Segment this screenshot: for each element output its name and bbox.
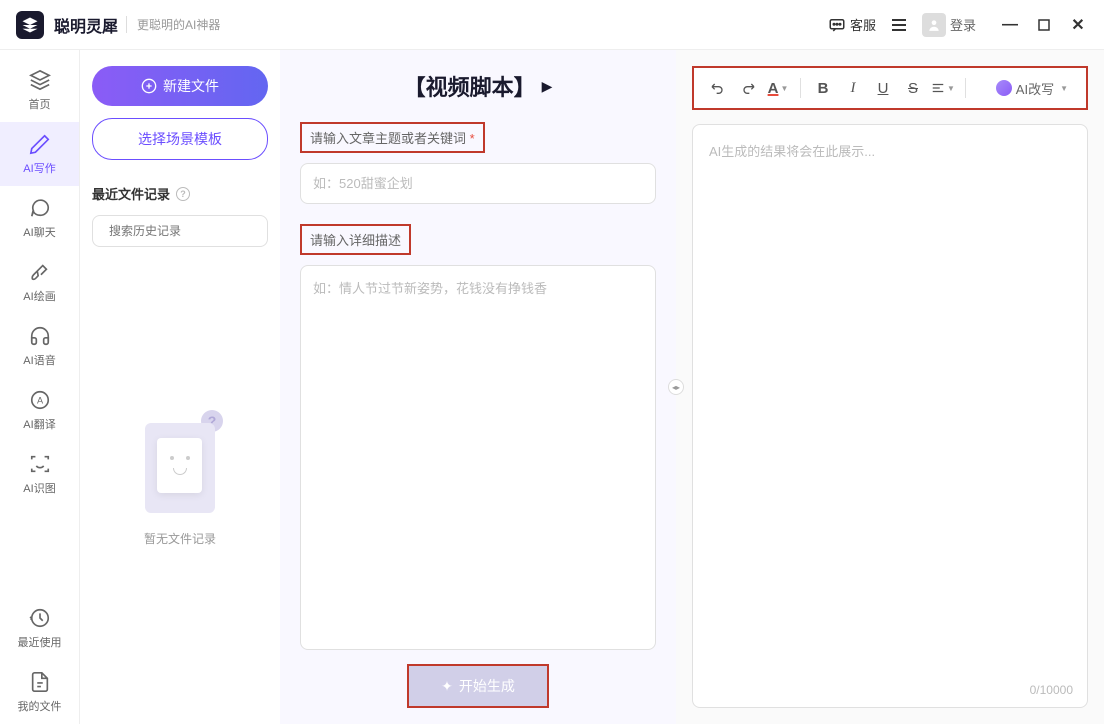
italic-button[interactable]: I bbox=[839, 74, 867, 102]
underline-button[interactable]: U bbox=[869, 74, 897, 102]
app-tagline: 更聪明的AI神器 bbox=[126, 16, 220, 33]
sparkle-icon: ✦ bbox=[441, 678, 453, 695]
chat-icon bbox=[828, 16, 846, 34]
nav-chat[interactable]: AI聊天 bbox=[0, 186, 79, 250]
font-color-button[interactable]: A▼ bbox=[764, 74, 792, 102]
pen-icon bbox=[28, 132, 52, 156]
generate-button[interactable]: ✦ 开始生成 bbox=[407, 664, 549, 708]
generate-label: 开始生成 bbox=[459, 676, 515, 696]
plus-circle-icon bbox=[141, 78, 157, 94]
customer-service-label: 客服 bbox=[850, 15, 876, 34]
nav-painting[interactable]: AI绘画 bbox=[0, 250, 79, 314]
app-logo-icon bbox=[16, 11, 44, 39]
nav-home[interactable]: 首页 bbox=[0, 58, 79, 122]
close-button[interactable]: ✕ bbox=[1068, 15, 1088, 35]
chat-bubble-icon bbox=[28, 196, 52, 220]
new-file-button[interactable]: 新建文件 bbox=[92, 66, 268, 106]
strikethrough-button[interactable]: S bbox=[899, 74, 927, 102]
search-history-input[interactable] bbox=[109, 224, 264, 238]
nav-label: AI翻译 bbox=[23, 416, 55, 432]
nav-translate[interactable]: A AI翻译 bbox=[0, 378, 79, 442]
topic-label: 请输入文章主题或者关键词 * bbox=[300, 122, 485, 153]
drag-handle[interactable]: ◂▸ bbox=[668, 379, 684, 395]
ai-rewrite-icon bbox=[996, 80, 1012, 96]
menu-button[interactable] bbox=[888, 15, 910, 35]
empty-clipboard-icon: ? bbox=[135, 408, 225, 518]
nav-label: 我的文件 bbox=[18, 698, 62, 714]
empty-state: ? 暂无文件记录 bbox=[92, 247, 268, 708]
nav-label: 首页 bbox=[29, 96, 51, 112]
output-placeholder: AI生成的结果将会在此展示... bbox=[709, 141, 1071, 160]
nav-label: AI识图 bbox=[23, 480, 55, 496]
topic-input[interactable] bbox=[300, 163, 656, 204]
titlebar: 聪明灵犀 更聪明的AI神器 客服 登录 — ✕ bbox=[0, 0, 1104, 50]
translate-icon: A bbox=[28, 388, 52, 412]
nav-label: 最近使用 bbox=[18, 634, 62, 650]
nav-writing[interactable]: AI写作 bbox=[0, 122, 79, 186]
svg-text:A: A bbox=[36, 396, 43, 406]
new-file-label: 新建文件 bbox=[163, 76, 219, 96]
file-panel: 新建文件 选择场景模板 最近文件记录 ? ? 暂无文件记录 bbox=[80, 50, 280, 724]
template-button[interactable]: 选择场景模板 bbox=[92, 118, 268, 160]
ai-rewrite-label: AI改写 bbox=[1016, 79, 1054, 98]
login-button[interactable]: 登录 bbox=[922, 13, 976, 37]
recent-files-label: 最近文件记录 bbox=[92, 184, 170, 203]
topic-label-text: 请输入文章主题或者关键词 bbox=[310, 131, 466, 146]
nav-voice[interactable]: AI语音 bbox=[0, 314, 79, 378]
file-icon bbox=[28, 670, 52, 694]
headphone-icon bbox=[28, 324, 52, 348]
description-label: 请输入详细描述 bbox=[300, 224, 411, 255]
ai-rewrite-button[interactable]: AI改写 ▼ bbox=[988, 75, 1076, 102]
nav-recent[interactable]: 最近使用 bbox=[0, 596, 79, 660]
bold-button[interactable]: B bbox=[809, 74, 837, 102]
history-icon bbox=[28, 606, 52, 630]
nav-label: AI绘画 bbox=[23, 288, 55, 304]
nav-label: AI语音 bbox=[23, 352, 55, 368]
right-panel: A▼ B I U S ▼ AI改写 ▼ AI生成的结果将会在此展示... 0/1… bbox=[676, 50, 1104, 724]
maximize-button[interactable] bbox=[1034, 15, 1054, 35]
login-label: 登录 bbox=[950, 15, 976, 34]
output-area[interactable]: AI生成的结果将会在此展示... 0/10000 bbox=[692, 124, 1088, 708]
empty-text: 暂无文件记录 bbox=[144, 530, 216, 547]
center-panel: 【视频脚本】 ▶ 请输入文章主题或者关键词 * 请输入详细描述 ✦ 开始生成 ◂… bbox=[280, 50, 676, 724]
panel-title: 【视频脚本】 bbox=[404, 70, 536, 102]
undo-button[interactable] bbox=[704, 74, 732, 102]
app-name: 聪明灵犀 bbox=[54, 13, 118, 37]
nav-label: AI写作 bbox=[23, 160, 55, 176]
scan-icon bbox=[28, 452, 52, 476]
help-icon[interactable]: ? bbox=[176, 187, 190, 201]
play-icon[interactable]: ▶ bbox=[542, 78, 553, 95]
align-button[interactable]: ▼ bbox=[929, 74, 957, 102]
left-nav: 首页 AI写作 AI聊天 AI绘画 AI语音 A AI翻译 AI识图 bbox=[0, 50, 80, 724]
avatar-icon bbox=[922, 13, 946, 37]
brush-icon bbox=[28, 260, 52, 284]
required-mark: * bbox=[470, 131, 475, 146]
search-history-box[interactable] bbox=[92, 215, 268, 247]
description-textarea[interactable] bbox=[300, 265, 656, 650]
editor-toolbar: A▼ B I U S ▼ AI改写 ▼ bbox=[692, 66, 1088, 110]
minimize-button[interactable]: — bbox=[1000, 15, 1020, 35]
redo-button[interactable] bbox=[734, 74, 762, 102]
nav-my-files[interactable]: 我的文件 bbox=[0, 660, 79, 724]
nav-label: AI聊天 bbox=[23, 224, 55, 240]
home-icon bbox=[28, 68, 52, 92]
char-count: 0/10000 bbox=[1030, 683, 1073, 697]
nav-image-recog[interactable]: AI识图 bbox=[0, 442, 79, 506]
customer-service-button[interactable]: 客服 bbox=[828, 15, 876, 34]
